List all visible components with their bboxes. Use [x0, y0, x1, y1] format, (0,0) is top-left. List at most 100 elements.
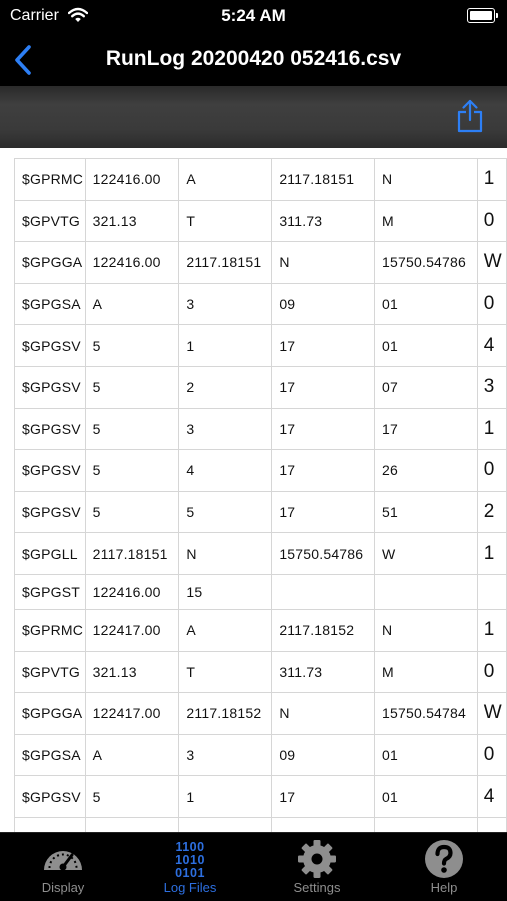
gauge-icon [44, 851, 82, 871]
tab-log-files[interactable]: 1100 1010 0101 Log Files [127, 833, 253, 901]
table-cell [14, 816, 86, 832]
back-button[interactable] [10, 42, 40, 78]
status-bar: Carrier 5:24 AM [0, 0, 507, 34]
table-cell: A [84, 733, 180, 777]
table-cell: 0 [476, 449, 507, 492]
table-cell [271, 573, 376, 610]
tab-bar: Display 1100 1010 0101 Log Files Setting… [0, 832, 507, 901]
table-cell [271, 816, 376, 832]
table-cell: 15750.54786 [374, 241, 478, 284]
table-cell: 01 [374, 775, 478, 818]
table-cell: 5 [84, 407, 180, 451]
table-cell: 2 [178, 365, 273, 409]
table-cell: $GPGGA [14, 241, 86, 284]
table-cell: 09 [271, 733, 376, 777]
battery-icon [467, 8, 498, 23]
table-row: $GPVTG 321.13 T 311.73 M 0 [14, 199, 507, 243]
table-cell [374, 816, 478, 832]
tab-label: Log Files [163, 880, 217, 895]
table-cell: 4 [178, 449, 273, 492]
table-row: $GPGSA A 3 09 01 0 [14, 282, 507, 326]
table-cell: 09 [271, 282, 376, 326]
log-table: $GPRMC 122416.00 A 2117.18151 N 1 $GPVTG 321.13… [14, 158, 507, 832]
table-row: $GPGSV 5 3 17 17 1 [14, 407, 507, 451]
table-cell: 1 [476, 158, 507, 201]
tab-settings[interactable]: Settings [254, 833, 380, 901]
table-cell: 3 [476, 365, 507, 409]
table-cell: 26 [374, 449, 478, 492]
table-row: $GPRMC 122417.00 A 2117.18152 N 1 [14, 608, 507, 652]
table-cell: 1 [476, 532, 507, 575]
table-cell: 17 [271, 407, 376, 451]
table-cell: 1 [476, 407, 507, 451]
table-cell: $GPGSV [14, 407, 86, 451]
table-cell: 311.73 [271, 199, 376, 243]
table-cell: 01 [374, 733, 478, 777]
table-cell: 0 [476, 199, 507, 243]
table-cell: 2117.18151 [178, 241, 273, 284]
table-cell: $GPVTG [14, 199, 86, 243]
table-row [14, 816, 507, 832]
table-cell: $GPRMC [14, 158, 86, 201]
table-cell: 51 [374, 490, 478, 534]
table-cell: 1 [178, 324, 273, 367]
table-cell: $GPGSA [14, 282, 86, 326]
table-cell: $GPGSA [14, 733, 86, 777]
table-cell: 15 [178, 573, 273, 610]
table-cell: 17 [271, 490, 376, 534]
table-cell: 01 [374, 282, 478, 326]
binary-line-1: 1100 [175, 840, 204, 854]
table-cell: N [374, 158, 478, 201]
table-cell: 1 [178, 775, 273, 818]
help-icon [425, 840, 463, 878]
table-row: $GPGGA 122417.00 2117.18152 N 15750.54784 W [14, 692, 507, 735]
table-cell: 122417.00 [84, 608, 180, 652]
share-button[interactable] [455, 98, 485, 134]
table-cell: 2117.18151 [84, 532, 180, 575]
tab-label: Help [430, 880, 458, 895]
table-cell: 2 [476, 490, 507, 534]
binary-line-3: 0101 [175, 866, 205, 879]
chevron-left-icon [15, 45, 31, 75]
table-cell: N [178, 532, 273, 575]
table-cell: 17 [271, 324, 376, 367]
table-cell: $GPGSV [14, 775, 86, 818]
table-row: $GPGSV 5 1 17 01 4 [14, 324, 507, 367]
table-cell [374, 573, 478, 610]
table-row: $GPRMC 122416.00 A 2117.18151 N 1 [14, 158, 507, 201]
table-cell: 17 [271, 449, 376, 492]
table-cell: 0 [476, 733, 507, 777]
tab-help[interactable]: Help [381, 833, 507, 901]
table-cell: $GPGGA [14, 692, 86, 735]
table-cell: M [374, 199, 478, 243]
table-cell: W [476, 241, 507, 284]
table-cell: 122416.00 [84, 158, 180, 201]
table-cell: A [178, 608, 273, 652]
table-cell: 01 [374, 324, 478, 367]
table-cell: 5 [178, 490, 273, 534]
table-cell: 15750.54784 [374, 692, 478, 735]
table-row: $GPGSV 5 4 17 26 0 [14, 449, 507, 492]
table-row: $GPGSA A 3 09 01 0 [14, 733, 507, 777]
log-table-view[interactable]: $GPRMC 122416.00 A 2117.18151 N 1 $GPVTG 321.13… [0, 148, 507, 832]
table-cell: 2117.18152 [178, 692, 273, 735]
table-cell: 311.73 [271, 650, 376, 694]
table-cell: 3 [178, 282, 273, 326]
table-cell [84, 816, 180, 832]
table-cell: 17 [271, 365, 376, 409]
table-cell: 122416.00 [84, 573, 180, 610]
table-cell: $GPGST [14, 573, 86, 610]
table-cell: $GPVTG [14, 650, 86, 694]
table-row: $GPGSV 5 1 17 01 4 [14, 775, 507, 818]
table-cell: $GPRMC [14, 608, 86, 652]
binary-line-2: 1010 [175, 853, 205, 867]
table-cell: 07 [374, 365, 478, 409]
binary-icon: 1100 1010 0101 [175, 840, 205, 879]
tab-label: Display [41, 880, 85, 895]
table-cell: 5 [84, 449, 180, 492]
table-cell: $GPGSV [14, 324, 86, 367]
tab-display[interactable]: Display [0, 833, 126, 901]
table-cell: 122417.00 [84, 692, 180, 735]
table-cell: 15750.54786 [271, 532, 376, 575]
table-cell: 17 [374, 407, 478, 451]
